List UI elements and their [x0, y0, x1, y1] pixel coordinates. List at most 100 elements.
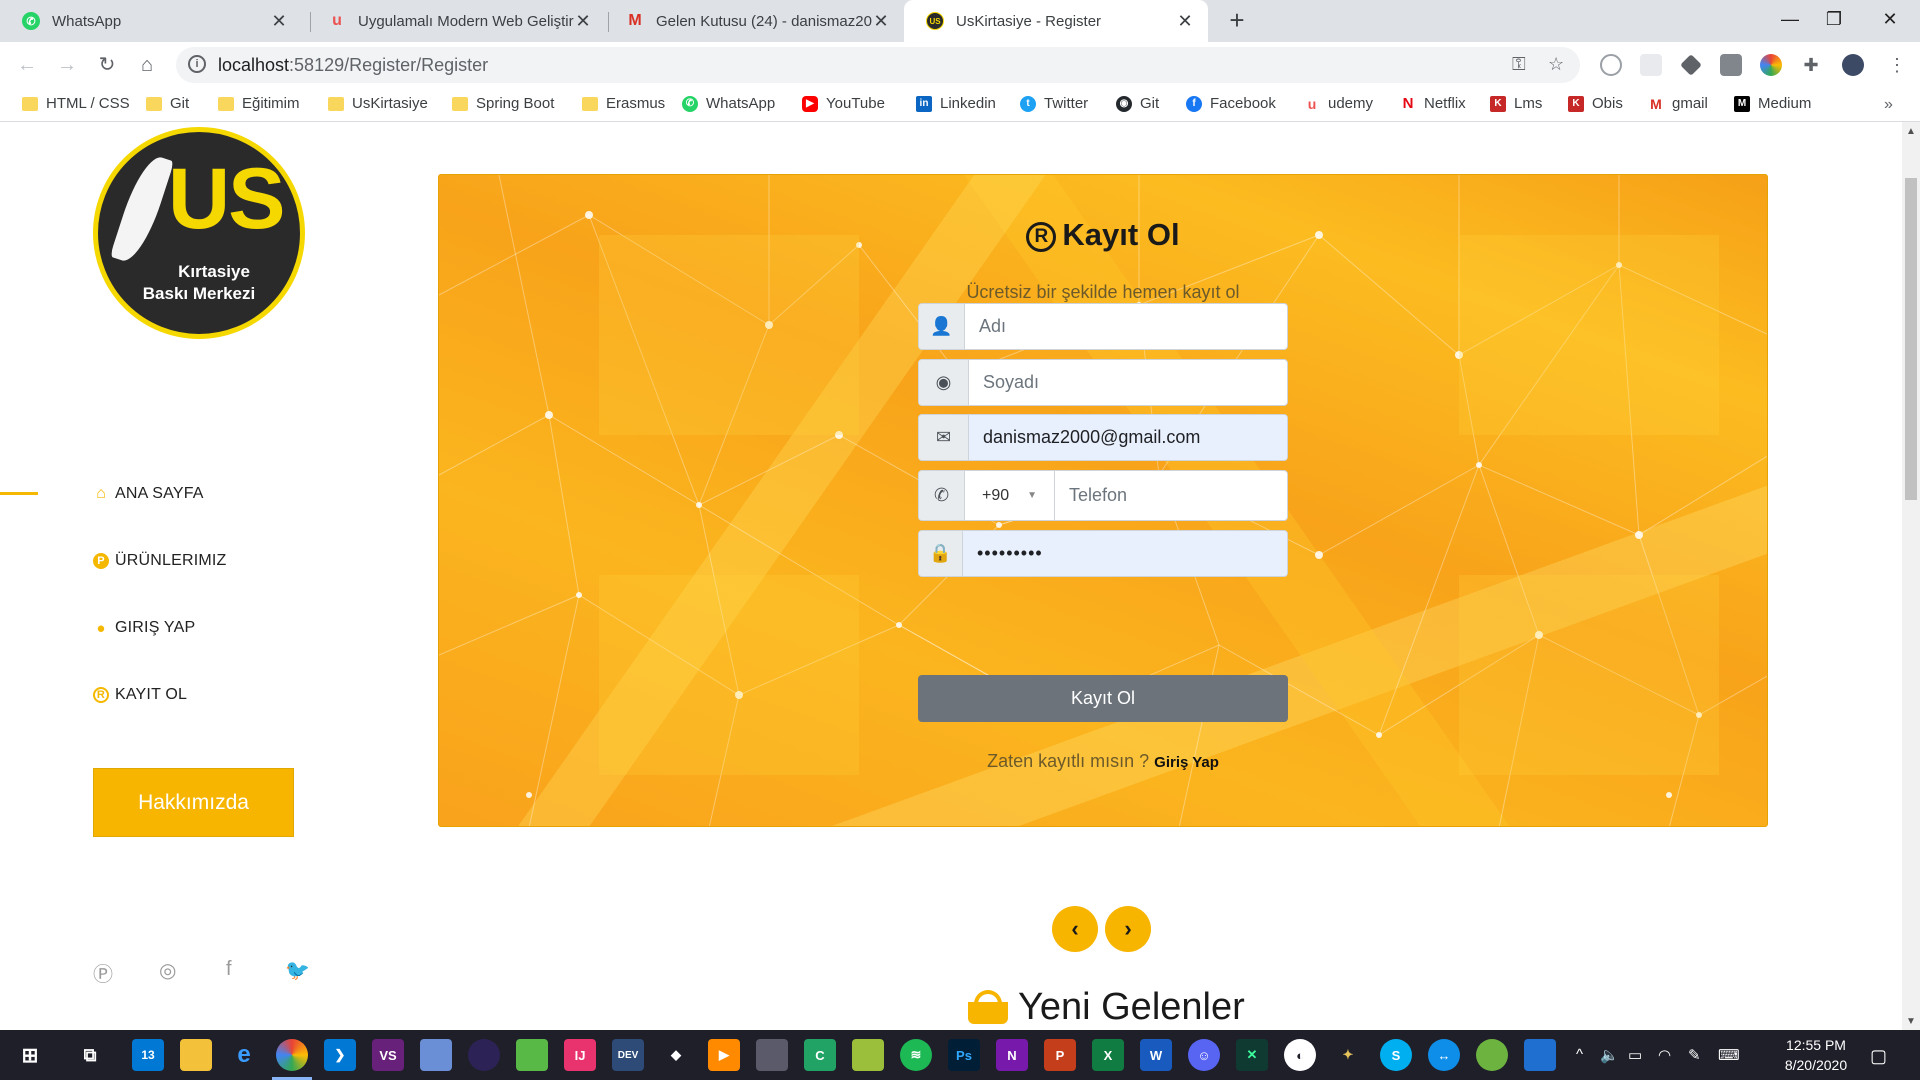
register-submit-button[interactable]: Kayıt Ol — [918, 675, 1288, 722]
menu-icon[interactable]: ⋮ — [1886, 54, 1908, 76]
intellij-icon[interactable]: IJ — [564, 1039, 596, 1071]
chevron-up-icon[interactable]: ^ — [1576, 1046, 1583, 1063]
more-bookmarks-icon[interactable]: » — [1884, 96, 1893, 114]
info-icon[interactable]: i — [188, 55, 206, 73]
clock[interactable]: 12:55 PM 8/20/2020 — [1766, 1035, 1866, 1075]
phone-input[interactable]: Telefon — [1055, 471, 1287, 520]
color-picker-icon[interactable] — [1760, 54, 1782, 76]
nav-register[interactable]: R KAYIT OL — [93, 686, 187, 704]
file-explorer-icon[interactable] — [180, 1039, 212, 1071]
discord-icon[interactable]: ☺ — [1188, 1039, 1220, 1071]
puzzle-icon[interactable]: ✚ — [1800, 54, 1822, 76]
address-bar[interactable]: i localhost:58129/Register/Register ⚿ ☆ — [176, 47, 1580, 83]
wifi-icon[interactable]: ◠ — [1658, 1046, 1671, 1064]
skype-icon[interactable]: S — [1380, 1039, 1412, 1071]
instagram-icon[interactable]: ◎ — [159, 958, 176, 983]
home-icon[interactable]: ⌂ — [132, 50, 162, 80]
star-icon[interactable]: ☆ — [1548, 54, 1564, 75]
photoshop-icon[interactable]: Ps — [948, 1039, 980, 1071]
key-icon[interactable]: ⚿ — [1512, 54, 1526, 75]
first-name-input[interactable]: Adı — [965, 304, 1287, 349]
maximize-icon[interactable]: ❐ — [1806, 0, 1862, 38]
forward-icon[interactable]: → — [52, 50, 82, 80]
notepad-icon[interactable] — [852, 1039, 884, 1071]
bookmark-obis[interactable]: K Obis — [1568, 95, 1623, 112]
reload-icon[interactable]: ↻ — [92, 50, 122, 80]
bookmark-udemy[interactable]: u udemy — [1304, 95, 1373, 112]
nav-products[interactable]: P ÜRÜNLERIMIZ — [93, 552, 227, 570]
last-name-field[interactable]: ◉ Soyadı — [918, 359, 1288, 406]
box-icon[interactable] — [420, 1039, 452, 1071]
extension-2-icon[interactable] — [1640, 54, 1662, 76]
carousel-next-button[interactable]: › — [1105, 906, 1151, 952]
onenote-icon[interactable]: N — [996, 1039, 1028, 1071]
tool-icon[interactable] — [516, 1039, 548, 1071]
media-icon[interactable]: ▶ — [708, 1039, 740, 1071]
bookmark-gmail[interactable]: Mgmail — [1648, 95, 1708, 112]
new-tab-button[interactable]: + — [1222, 6, 1252, 36]
bookmark-git-folder[interactable]: Git — [146, 95, 189, 112]
password-field[interactable]: 🔒 ••••••••• — [918, 530, 1288, 577]
task-view-icon[interactable]: ⧉ — [74, 1039, 106, 1071]
close-window-icon[interactable]: ✕ — [1862, 0, 1918, 38]
windows-start-icon[interactable]: ⊞ — [14, 1039, 46, 1071]
nav-login[interactable]: ● GIRIŞ YAP — [93, 619, 195, 637]
bookmark-spring-boot[interactable]: Spring Boot — [452, 95, 554, 112]
tab-whatsapp[interactable]: ✆ WhatsApp ✕ — [0, 0, 302, 42]
steam-icon[interactable]: ◐ — [1284, 1039, 1316, 1071]
nav-home[interactable]: ⌂ ANA SAYFA — [93, 485, 204, 503]
bookmark-twitter[interactable]: t Twitter — [1020, 95, 1088, 112]
twitter-icon[interactable]: 🐦 — [285, 958, 310, 983]
avatar[interactable] — [1842, 54, 1864, 76]
login-link[interactable]: Giriş Yap — [1154, 754, 1219, 771]
carousel-prev-button[interactable]: ‹ — [1052, 906, 1098, 952]
email-input[interactable]: danismaz2000@gmail.com — [969, 415, 1287, 460]
chrome-icon[interactable] — [272, 1039, 312, 1080]
bookmark-facebook[interactable]: f Facebook — [1186, 95, 1276, 112]
tab-register[interactable]: US UsKirtasiye - Register ✕ — [904, 0, 1208, 42]
last-name-input[interactable]: Soyadı — [969, 360, 1287, 405]
tab-udemy[interactable]: u Uygulamalı Modern Web Geliştirm ✕ — [306, 0, 606, 42]
visual-studio-icon[interactable]: VS — [372, 1039, 404, 1071]
phone-field[interactable]: ✆ +90 ▼ Telefon — [918, 470, 1288, 521]
camtasia-icon[interactable]: C — [804, 1039, 836, 1071]
volume-icon[interactable]: 🔈 — [1600, 1046, 1619, 1064]
pen-icon[interactable]: ✎ — [1688, 1046, 1701, 1064]
devc-icon[interactable]: DEV — [612, 1039, 644, 1071]
close-icon[interactable]: ✕ — [574, 11, 592, 32]
bookmark-uskirtasiye[interactable]: UsKirtasiye — [328, 95, 428, 112]
spring-icon[interactable] — [1476, 1039, 1508, 1071]
bookmark-linkedin[interactable]: in Linkedin — [916, 95, 996, 112]
close-icon[interactable]: ✕ — [270, 11, 288, 32]
bookmark-youtube[interactable]: ▶ YouTube — [802, 95, 885, 112]
bookmark-whatsapp[interactable]: ✆ WhatsApp — [682, 95, 775, 112]
bookmark-lms[interactable]: K Lms — [1490, 95, 1542, 112]
first-name-field[interactable]: 👤 Adı — [918, 303, 1288, 350]
notification-icon[interactable]: ▢ — [1870, 1046, 1887, 1067]
password-input[interactable]: ••••••••• — [963, 531, 1287, 576]
tab-gmail[interactable]: M Gelen Kutusu (24) - danismaz200 ✕ — [604, 0, 904, 42]
camera-icon[interactable] — [1720, 54, 1742, 76]
powerpoint-icon[interactable]: P — [1044, 1039, 1076, 1071]
spotify-icon[interactable]: ≋ — [900, 1039, 932, 1071]
about-button[interactable]: Hakkımızda — [93, 768, 294, 837]
battery-icon[interactable]: ▭ — [1628, 1046, 1642, 1064]
page-scrollbar[interactable]: ▲ ▼ — [1902, 122, 1920, 1030]
pinterest-icon[interactable]: Ⓟ — [93, 958, 113, 987]
network-tool-icon[interactable]: ✕ — [1236, 1039, 1268, 1071]
game-icon[interactable]: ✦ — [1332, 1039, 1364, 1071]
email-field[interactable]: ✉ danismaz2000@gmail.com — [918, 414, 1288, 461]
edge-icon[interactable]: e — [228, 1039, 260, 1071]
window-app-icon[interactable] — [1524, 1039, 1556, 1071]
site-logo[interactable]: US Kırtasiye Baskı Merkezi — [93, 127, 305, 339]
bookmark-git[interactable]: ◉ Git — [1116, 95, 1159, 112]
bookmark-egitimim[interactable]: Eğitimim — [218, 95, 300, 112]
word-icon[interactable]: W — [1140, 1039, 1172, 1071]
facebook-icon[interactable]: f — [226, 958, 232, 981]
vscode-icon[interactable]: ❯ — [324, 1039, 356, 1071]
bookmark-html-css[interactable]: HTML / CSS — [22, 95, 130, 112]
keyboard-icon[interactable]: ⌨ — [1718, 1046, 1740, 1064]
close-icon[interactable]: ✕ — [1176, 11, 1194, 32]
close-icon[interactable]: ✕ — [872, 11, 890, 32]
unity-icon[interactable]: ◆ — [660, 1039, 692, 1071]
